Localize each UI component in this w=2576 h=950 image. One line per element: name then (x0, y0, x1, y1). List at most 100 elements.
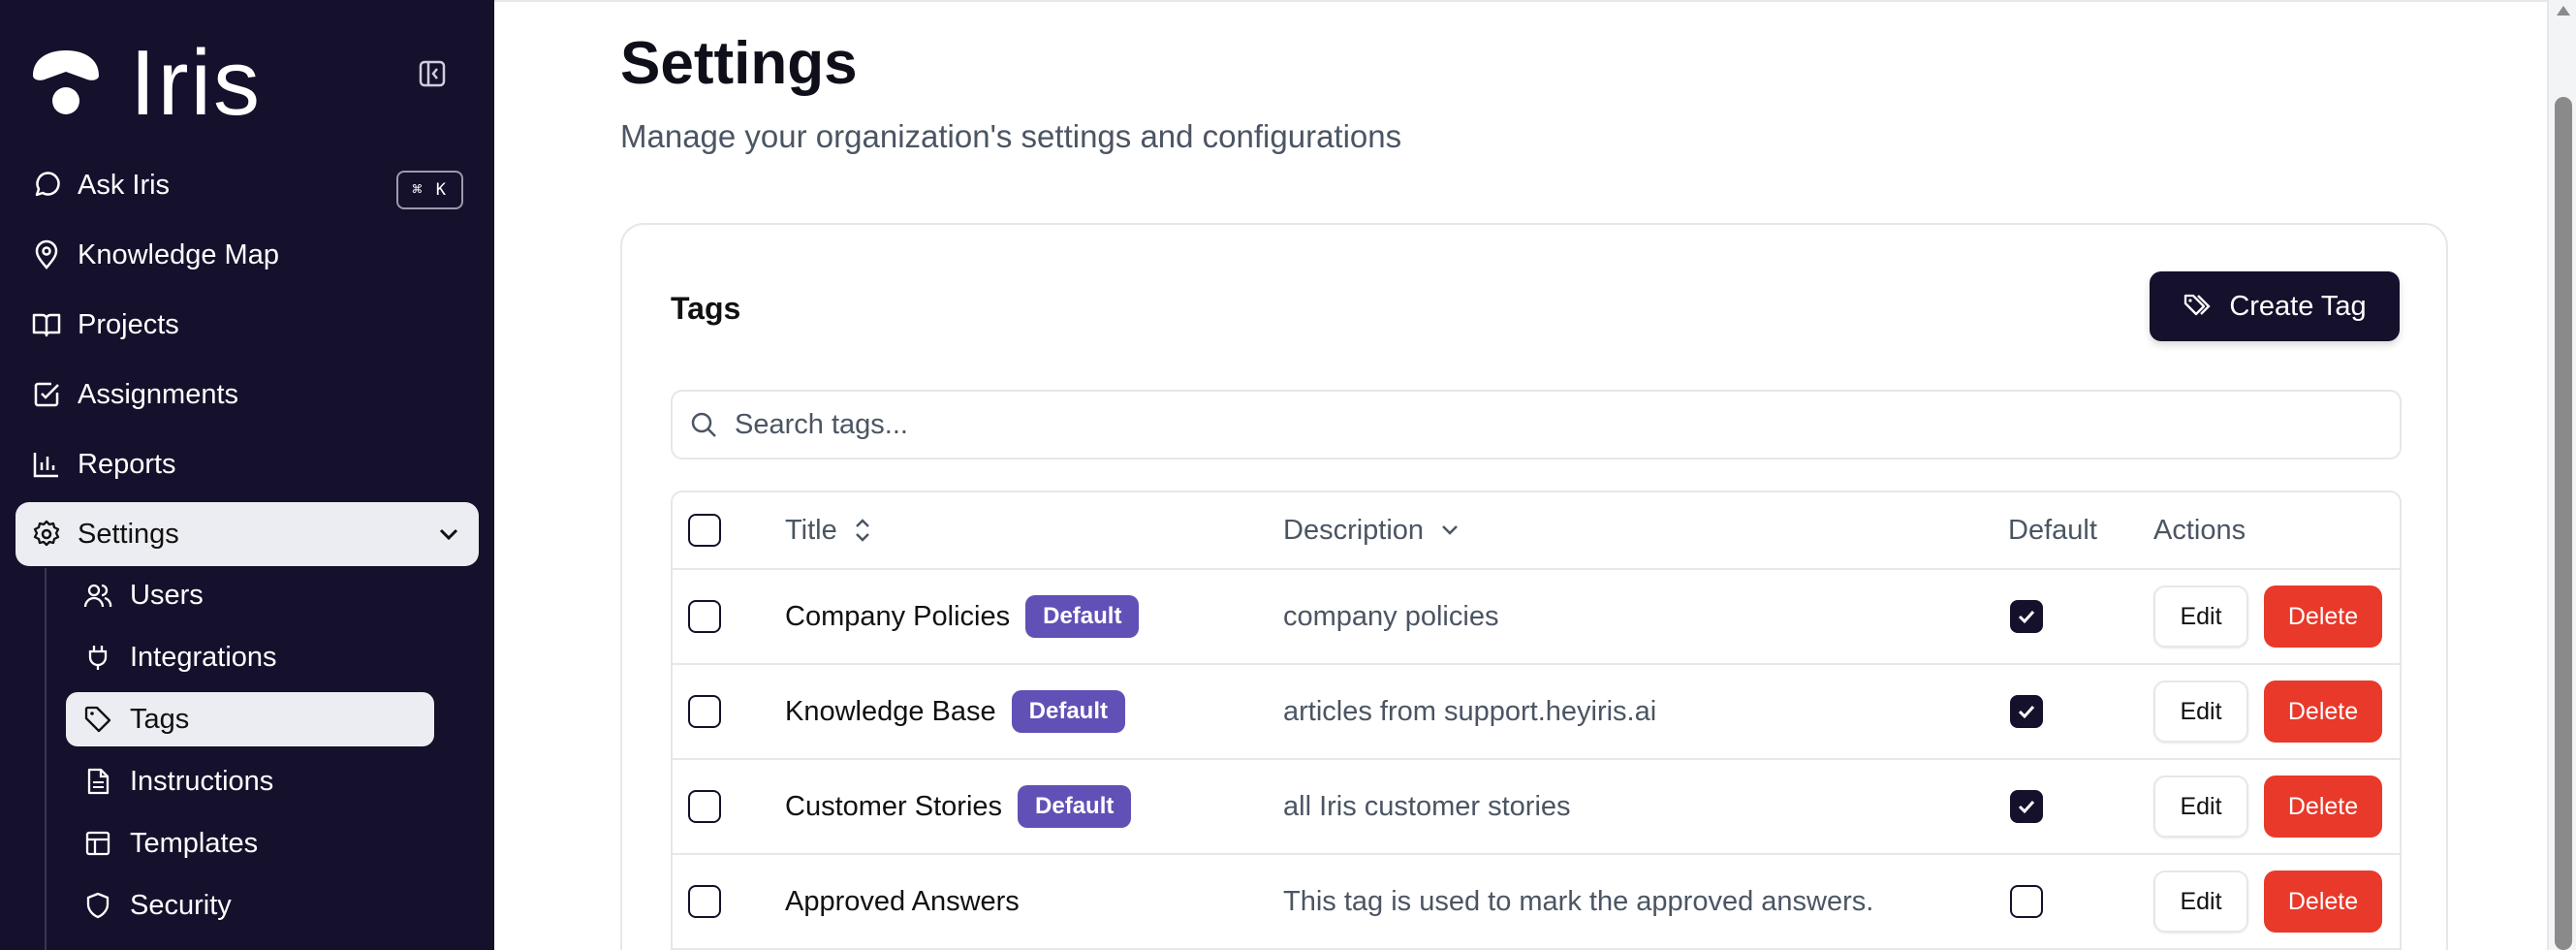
logo-text: Iris (130, 31, 262, 135)
collapse-sidebar-icon[interactable] (419, 60, 446, 87)
table-row: Knowledge Base Default articles from sup… (673, 665, 2400, 760)
subnav-label: Instructions (130, 765, 274, 797)
column-description-header[interactable]: Description (1283, 492, 1462, 568)
tags-card: Tags Create Tag Title Description Defaul… (620, 223, 2448, 950)
row-checkbox[interactable] (688, 885, 721, 918)
tag-search (671, 390, 2402, 459)
table-header: Title Description Default Actions (673, 492, 2400, 570)
default-checkbox[interactable] (2010, 600, 2043, 633)
nav-item-ask-iris[interactable]: Ask Iris ⌘ K (16, 153, 479, 217)
settings-subnav: Users Integrations Tags Instructions Tem… (45, 568, 452, 950)
checkbox-square-icon (34, 382, 59, 407)
page-scrollbar[interactable] (2547, 0, 2576, 950)
subnav-item-security[interactable]: Security (66, 878, 434, 933)
nav-item-assignments[interactable]: Assignments (16, 363, 479, 427)
main-nav: Ask Iris ⌘ K Knowledge Map Projects Assi… (16, 153, 479, 572)
edit-button[interactable]: Edit (2153, 586, 2248, 648)
nav-label: Reports (78, 448, 176, 480)
edit-button[interactable]: Edit (2153, 871, 2248, 933)
default-badge: Default (1025, 595, 1140, 638)
table-row: Company Policies Default company policie… (673, 570, 2400, 665)
create-tag-label: Create Tag (2229, 290, 2367, 322)
top-divider (494, 0, 2576, 4)
column-actions-header: Actions (2153, 514, 2246, 546)
map-pin-icon (35, 239, 58, 269)
column-label: Description (1283, 514, 1425, 546)
subnav-label: Integrations (130, 641, 277, 673)
subnav-item-users[interactable]: Users (66, 568, 434, 622)
delete-button[interactable]: Delete (2264, 776, 2382, 838)
page-title: Settings (620, 30, 858, 97)
tags-table: Title Description Default Actions Compan… (671, 491, 2402, 950)
subnav-item-tags[interactable]: Tags (66, 692, 434, 746)
nav-item-knowledge-map[interactable]: Knowledge Map (16, 223, 479, 287)
subnav-item-templates[interactable]: Templates (66, 816, 434, 871)
table-row: Approved Answers This tag is used to mar… (673, 855, 2400, 950)
nav-item-reports[interactable]: Reports (16, 432, 479, 496)
scrollbar-thumb[interactable] (2555, 97, 2572, 950)
nav-item-settings[interactable]: Settings (16, 502, 479, 566)
check-icon (2018, 800, 2035, 814)
edit-button[interactable]: Edit (2153, 681, 2248, 743)
default-checkbox[interactable] (2010, 885, 2043, 918)
delete-button[interactable]: Delete (2264, 681, 2382, 743)
tag-title: Customer Stories (785, 790, 1003, 822)
book-icon (32, 313, 61, 337)
shield-icon (86, 892, 110, 919)
gear-icon (33, 520, 60, 547)
shortcut-badge: ⌘ K (396, 171, 463, 209)
layout-icon (85, 831, 110, 856)
tag-icon (84, 706, 111, 733)
column-default-header: Default (2008, 514, 2097, 546)
tag-description: company policies (1283, 600, 1499, 632)
sort-icon (855, 519, 869, 542)
bar-chart-icon (33, 453, 58, 478)
page-subtitle: Manage your organization's settings and … (620, 118, 1402, 154)
delete-button[interactable]: Delete (2264, 871, 2382, 933)
nav-label: Ask Iris (78, 169, 171, 201)
chat-bubble-icon (35, 172, 60, 197)
nav-item-projects[interactable]: Projects (16, 293, 479, 357)
table-row: Customer Stories Default all Iris custom… (673, 760, 2400, 855)
default-badge: Default (1011, 690, 1125, 733)
create-tag-button[interactable]: Create Tag (2150, 271, 2400, 341)
tag-description: This tag is used to mark the approved an… (1283, 885, 1874, 917)
tag-description: articles from support.heyiris.ai (1283, 695, 1657, 727)
delete-button[interactable]: Delete (2264, 586, 2382, 648)
select-all-checkbox[interactable] (688, 514, 721, 547)
row-checkbox[interactable] (688, 695, 721, 728)
plug-icon (88, 646, 108, 670)
chevron-down-icon (439, 528, 458, 541)
tag-title: Company Policies (785, 600, 1011, 632)
scroll-up-arrow-icon[interactable] (2557, 6, 2570, 16)
column-title-header[interactable]: Title (785, 492, 874, 568)
check-icon (2018, 610, 2035, 624)
subnav-label: Tags (130, 703, 190, 735)
search-icon (691, 412, 716, 437)
tag-title: Knowledge Base (785, 695, 996, 727)
search-input[interactable] (735, 408, 2334, 441)
subnav-item-instructions[interactable]: Instructions (66, 754, 434, 808)
card-title: Tags (671, 291, 741, 326)
iris-logo-icon (33, 50, 99, 114)
tag-description: all Iris customer stories (1283, 790, 1571, 822)
nav-label: Projects (78, 308, 179, 340)
row-checkbox[interactable] (688, 790, 721, 823)
app-logo[interactable]: Iris (29, 37, 262, 130)
check-icon (2018, 705, 2035, 719)
tags-icon (2184, 294, 2211, 316)
users-icon (83, 584, 112, 608)
default-checkbox[interactable] (2010, 790, 2043, 823)
default-checkbox[interactable] (2010, 695, 2043, 728)
subnav-label: Users (130, 579, 204, 611)
default-badge: Default (1018, 785, 1132, 828)
subnav-label: Templates (130, 827, 259, 859)
edit-button[interactable]: Edit (2153, 776, 2248, 838)
row-checkbox[interactable] (688, 600, 721, 633)
column-label: Title (785, 514, 837, 546)
nav-label: Settings (78, 518, 179, 550)
subnav-item-integrations[interactable]: Integrations (66, 630, 434, 684)
subnav-label: Security (130, 889, 232, 921)
document-icon (87, 768, 110, 795)
nav-label: Knowledge Map (78, 238, 279, 270)
